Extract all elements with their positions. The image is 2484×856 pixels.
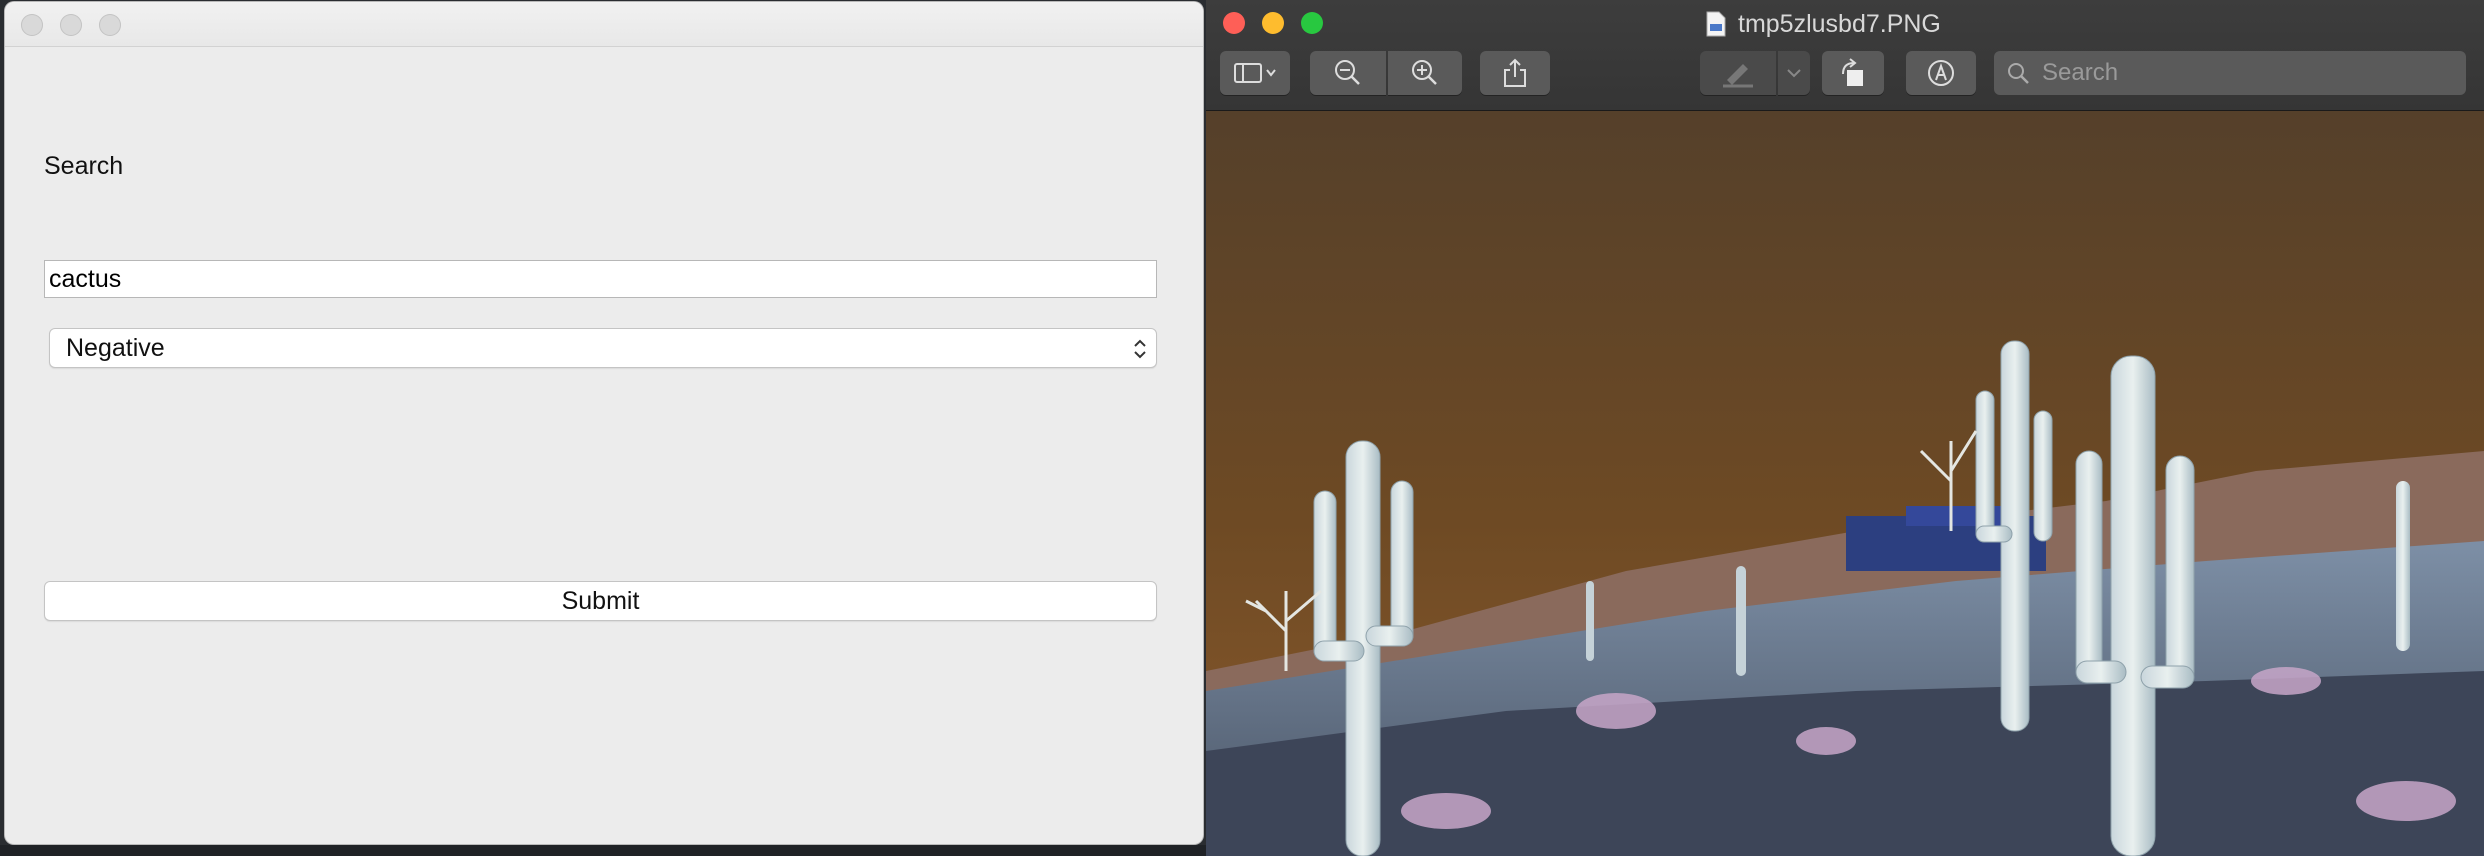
markup-icon bbox=[1928, 60, 1954, 86]
share-button[interactable] bbox=[1480, 51, 1550, 95]
toolbar-search[interactable] bbox=[1994, 51, 2466, 95]
preview-toolbar[interactable]: tmp5zlusbd7.PNG bbox=[1206, 0, 2484, 111]
zoom-out-button[interactable] bbox=[1310, 51, 1386, 95]
markup-button[interactable] bbox=[1906, 51, 1976, 95]
toolbar-search-input[interactable] bbox=[2040, 58, 2444, 88]
document-icon bbox=[1706, 11, 1726, 37]
search-label: Search bbox=[44, 152, 124, 180]
close-icon[interactable] bbox=[1223, 12, 1245, 34]
filter-select-value: Negative bbox=[66, 334, 165, 362]
chevron-up-down-icon bbox=[1134, 339, 1146, 359]
chevron-down-icon bbox=[1787, 69, 1801, 78]
inverted-cactus-photo bbox=[1206, 111, 2484, 856]
zoom-icon[interactable] bbox=[99, 14, 121, 36]
submit-button[interactable]: Submit bbox=[44, 581, 1157, 621]
zoom-in-icon bbox=[1412, 60, 1437, 85]
rotate-icon bbox=[1842, 58, 1863, 86]
desktop-background bbox=[0, 845, 1210, 856]
highlight-button[interactable] bbox=[1700, 51, 1776, 95]
preview-window: tmp5zlusbd7.PNG bbox=[1206, 0, 2484, 856]
rotate-button[interactable] bbox=[1822, 51, 1884, 95]
zoom-icon[interactable] bbox=[1301, 12, 1323, 34]
search-input[interactable] bbox=[44, 260, 1157, 298]
filter-select[interactable]: Negative bbox=[49, 328, 1157, 368]
window-title-text: tmp5zlusbd7.PNG bbox=[1738, 9, 1941, 38]
highlight-icon bbox=[1723, 64, 1753, 88]
search-icon bbox=[2008, 63, 2029, 84]
share-icon bbox=[1504, 58, 1526, 87]
zoom-in-button[interactable] bbox=[1388, 51, 1462, 95]
sidebar-button[interactable] bbox=[1220, 51, 1290, 95]
sidebar-icon bbox=[1234, 63, 1276, 83]
image-canvas[interactable] bbox=[1206, 111, 2484, 856]
highlight-menu-button[interactable] bbox=[1778, 51, 1810, 95]
form-window: Search Negative Submit bbox=[5, 2, 1203, 844]
window-title: tmp5zlusbd7.PNG bbox=[1706, 9, 1941, 39]
zoom-out-icon bbox=[1335, 60, 1360, 85]
form-window-titlebar[interactable] bbox=[5, 2, 1203, 47]
close-icon[interactable] bbox=[21, 14, 43, 36]
minimize-icon[interactable] bbox=[1262, 12, 1284, 34]
minimize-icon[interactable] bbox=[60, 14, 82, 36]
